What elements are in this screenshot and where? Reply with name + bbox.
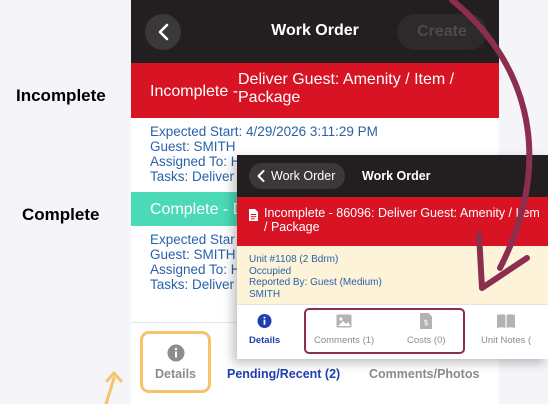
document-icon [249,209,258,221]
status-description: Deliver Guest: Amenity / Item / Package [238,71,455,106]
tab-pending-recent[interactable]: Pending/Recent (2) [227,367,340,381]
info-line: Expected Star [150,232,235,247]
create-button[interactable]: Create [397,14,487,50]
small-arrow-head [105,371,123,383]
status-description: Incomplete - 86096: Deliver Guest: Ameni… [264,206,540,234]
info-line: SMITH [249,288,281,300]
info-line: Assigned To: H [150,262,241,277]
info-line: Occupied [249,265,292,277]
tab-label: Details [249,335,281,346]
tabs-highlight-box [304,308,465,354]
info-icon [167,344,184,361]
chevron-left-icon [257,170,265,182]
work-order-detail-screen: Work Order Work Order Incomplete - 86096… [237,155,548,359]
tab-details[interactable]: Details [140,331,211,393]
info-line: Unit #1108 (2 Bdrm) [249,254,339,265]
status-label: Incomplete - [150,83,239,100]
incomplete-status-bar: Incomplete - 86096: Deliver Guest: Ameni… [237,197,548,246]
info-line: Expected Start: 4/29/2026 3:11:29 PM [150,124,378,139]
complete-info: Expected Star Guest: SMITH Assigned To: … [150,232,241,292]
nav-bar: Work Order Create [131,0,499,63]
page-title: Work Order [362,169,431,183]
small-arrow-shaft [104,376,116,404]
tab-details[interactable]: Details [249,313,280,346]
book-icon [497,314,516,328]
unit-info: Unit #1108 (2 Bdrm) Occupied Reported By… [237,246,548,304]
tab-label: Details [155,366,196,381]
info-line: Guest: SMITH [150,247,236,262]
incomplete-status-bar[interactable]: Incomplete - Deliver Guest: Amenity / It… [131,63,499,118]
tab-comments-photos[interactable]: Comments/Photos [369,367,479,381]
status-label: Complete - D [150,201,245,218]
info-icon [257,314,272,328]
incomplete-label: Incomplete [16,86,106,105]
info-line: Guest: SMITH [150,139,236,154]
back-button[interactable]: Work Order [249,163,346,189]
tab-unit-notes[interactable]: Unit Notes ( [481,313,531,346]
nav-bar: Work Order Work Order [237,155,548,197]
tab-bar: Details Comments (1) $ Costs (0) Unit No… [237,304,548,359]
info-line: Reported By: Guest (Medium) [249,277,382,288]
tab-label: Unit Notes ( [481,335,532,346]
complete-label: Complete [22,205,100,224]
back-label: Work Order [271,169,336,183]
info-line: Tasks: Deliver [150,277,235,292]
